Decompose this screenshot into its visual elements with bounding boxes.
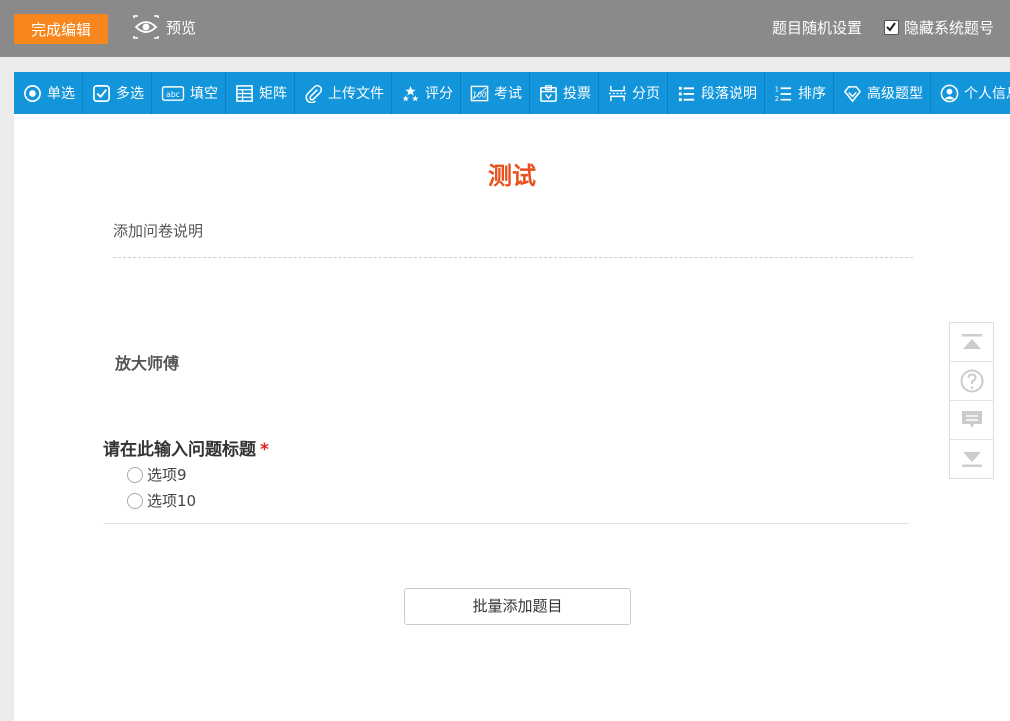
description-divider [113,257,913,258]
hide-number-label: 隐藏系统题号 [903,18,994,37]
help-icon [960,369,983,393]
checkbox-icon [92,84,111,103]
paragraph-text[interactable]: 放大师傅 [115,350,179,374]
stars-icon [401,84,420,103]
batch-add-button[interactable]: 批量添加题目 [404,588,631,625]
option-label: 选项10 [147,492,197,510]
toolbar-item-label: 评分 [425,86,453,102]
toolbar-item-label: 考试 [494,86,522,102]
scroll-top-button[interactable] [950,323,993,362]
toolbar-item-label: 排序 [798,86,826,102]
ballot-box-icon [539,84,558,103]
toolbar-item-label: 投票 [563,86,591,102]
hide-number-toggle[interactable]: 隐藏系统题号 [883,17,994,38]
top-bar: 完成编辑 预览 题目随机设置 隐藏系统题号 [0,0,1010,57]
toolbar-item-label: 段落说明 [701,86,757,102]
random-settings-link[interactable]: 题目随机设置 [772,17,862,38]
toolbar-item-page-break[interactable]: 分页 [599,72,668,114]
comment-button[interactable] [950,401,993,440]
list-icon [677,84,696,103]
eye-icon [133,15,159,39]
toolbar-item-paragraph[interactable]: 段落说明 [668,72,765,114]
user-icon [940,84,959,103]
option-radio[interactable] [127,492,143,509]
toolbar-item-multiple-choice[interactable]: 多选 [83,72,152,114]
svg-text:1: 1 [775,85,779,93]
diamond-icon [843,84,862,103]
sort-icon: 12 [774,84,793,103]
survey-canvas: 测试 添加问卷说明 放大师傅 请在此输入问题标题 * 选项9 选项10 批量添加题… [14,114,1010,721]
required-mark: * [260,440,269,460]
paperclip-icon [304,84,323,103]
toolbar-item-vote[interactable]: 投票 [530,72,599,114]
checkmark-icon [886,22,897,32]
toolbar-item-personal-info[interactable]: 个人信息 [931,72,1010,114]
toolbar-item-sort[interactable]: 12 排序 [765,72,834,114]
scroll-bottom-button[interactable] [950,440,993,478]
page-break-icon [608,84,627,103]
toolbar-item-fill-blank[interactable]: abc 填空 [152,72,226,114]
toolbar-item-label: 分页 [632,86,660,102]
comment-icon [961,411,982,428]
toolbar-item-advanced[interactable]: 高级题型 [834,72,931,114]
svg-text:abc: abc [166,89,180,98]
question-option[interactable]: 选项10 [127,490,196,511]
option-radio[interactable] [127,466,143,483]
fill-blank-icon: abc [161,84,185,103]
question-title[interactable]: 请在此输入问题标题 * [103,435,269,460]
preview-label: 预览 [166,18,197,37]
toolbar-item-label: 矩阵 [259,86,287,102]
survey-description[interactable]: 添加问卷说明 [113,220,913,241]
toolbar-item-label: 高级题型 [867,86,923,102]
scroll-bottom-icon [961,452,982,467]
question-type-toolbar: 单选 多选 abc 填空 矩阵 上传文件 评分 100 考试 投票 分页 段落说… [14,72,1010,114]
matrix-icon [235,84,254,103]
question-option[interactable]: 选项9 [127,464,187,485]
question-divider [103,523,909,524]
survey-title[interactable]: 测试 [14,156,1010,191]
toolbar-item-exam[interactable]: 100 考试 [461,72,530,114]
toolbar-item-label: 上传文件 [328,86,384,102]
help-button[interactable] [950,362,993,401]
finish-editing-button[interactable]: 完成编辑 [14,14,108,44]
side-panel [949,322,994,479]
toolbar-item-matrix[interactable]: 矩阵 [226,72,295,114]
toolbar-item-label: 多选 [116,86,144,102]
toolbar-item-label: 个人信息 [964,86,1010,102]
toolbar-item-single-choice[interactable]: 单选 [14,72,83,114]
hide-number-checkbox[interactable] [883,19,899,35]
toolbar-item-label: 填空 [190,86,218,102]
exam-icon: 100 [470,84,489,103]
option-label: 选项9 [147,466,187,484]
toolbar-item-upload-file[interactable]: 上传文件 [295,72,392,114]
scroll-top-icon [961,334,982,349]
question-title-text: 请在此输入问题标题 [103,440,256,460]
toolbar-item-label: 单选 [47,86,75,102]
svg-text:2: 2 [775,95,779,103]
toolbar-item-rating[interactable]: 评分 [392,72,461,114]
radio-icon [23,84,42,103]
preview-button[interactable]: 预览 [132,14,196,40]
